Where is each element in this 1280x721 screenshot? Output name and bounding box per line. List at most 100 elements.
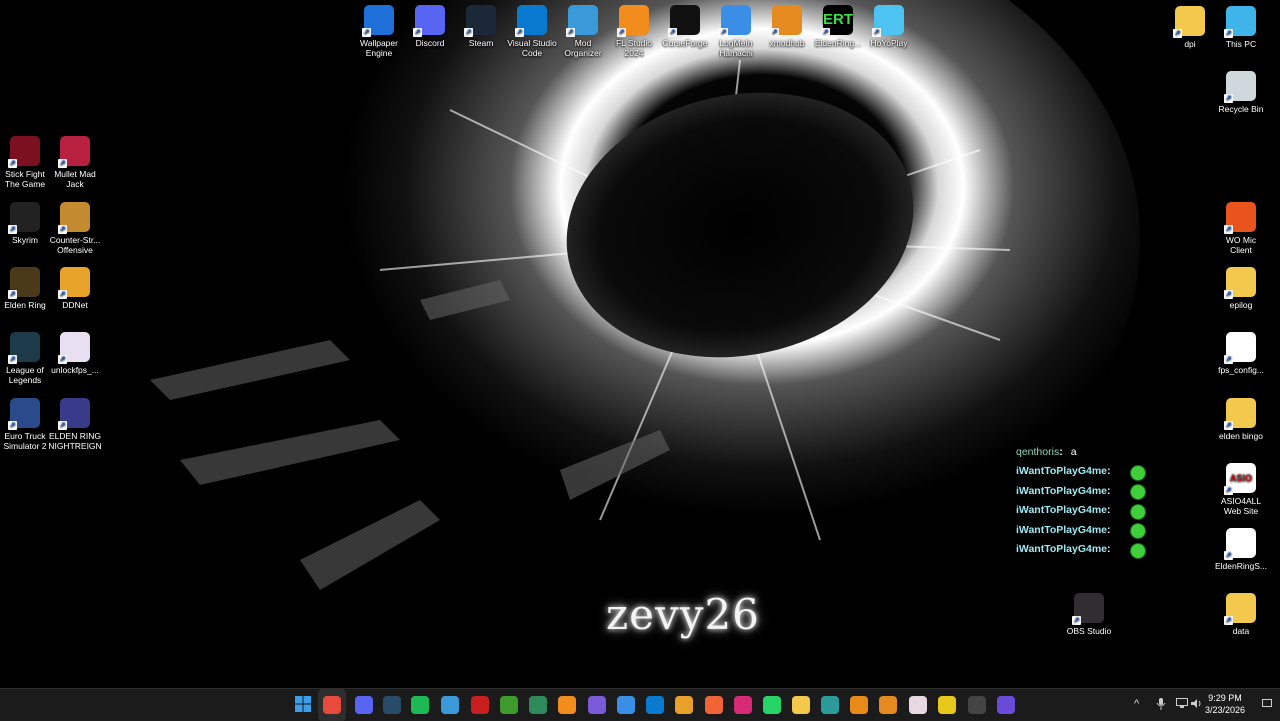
- chat-username: iWantToPlayG4me: [1016, 504, 1108, 517]
- skyrim-icon: ↗: [8, 202, 40, 234]
- taskbar-xmodhub[interactable]: [879, 696, 897, 714]
- stream-chat-overlay: qenthoris: a iWantToPlayG4me: iWantToPlayG4…: [1016, 442, 1146, 559]
- taskbar-mod-organizer[interactable]: [441, 696, 459, 714]
- taskbar-steam[interactable]: [383, 696, 401, 714]
- desktop-icon-ert[interactable]: ERT ↗ EldenRing...: [811, 5, 865, 48]
- taskbar-spotify[interactable]: [411, 696, 429, 714]
- curseforge-icon: ↗: [668, 5, 700, 37]
- shortcut-arrow-icon: ↗: [872, 28, 881, 37]
- taskbar-instagram[interactable]: [734, 696, 752, 714]
- start-button[interactable]: [294, 695, 312, 714]
- folder-icon: ↗: [1224, 398, 1256, 430]
- desktop-icon-json-file[interactable]: ↗ fps_config...: [1214, 332, 1268, 375]
- wallpaper: [0, 0, 1280, 688]
- taskbar-discord[interactable]: [355, 696, 373, 714]
- desktop-icon-stick-fight[interactable]: ↗ Stick Fight The Game: [0, 136, 52, 189]
- desktop-icon-monitor[interactable]: ↗ This PC: [1214, 6, 1268, 49]
- desktop-icon-counter-strike[interactable]: ↗ Counter-Str... Offensive: [48, 202, 102, 255]
- desktop-icon-hoyoplay[interactable]: ↗ HoYoPlay: [862, 5, 916, 48]
- desktop-icon-microphone[interactable]: ↗ WO Mic Client: [1214, 202, 1268, 255]
- desktop-icon-discord[interactable]: ↗ Discord: [403, 5, 457, 48]
- desktop-icon-steam[interactable]: ↗ Steam: [454, 5, 508, 48]
- desktop-icon-label: This PC: [1225, 39, 1257, 49]
- taskbar-app-green[interactable]: [529, 696, 547, 714]
- taskbar-hamachi[interactable]: [617, 696, 635, 714]
- microphone-tray-icon[interactable]: [1156, 698, 1166, 713]
- desktop-icon-nightreign[interactable]: ↗ ELDEN RING NIGHTREIGN: [48, 398, 102, 451]
- desktop-icon-label: ASIO4ALL Web Site: [1220, 496, 1262, 516]
- desktop-icon-hamachi[interactable]: ↗ LogMeIn Hamachi: [709, 5, 763, 58]
- desktop-icon-fl-studio[interactable]: ↗ FL Studio 2024: [607, 5, 661, 58]
- desktop-icon-mullet-mad-jack[interactable]: ↗ Mullet Mad Jack: [48, 136, 102, 189]
- taskbar-app-teal[interactable]: [821, 696, 839, 714]
- desktop-icon-wallpaper-engine[interactable]: ↗ Wallpaper Engine: [352, 5, 406, 58]
- desktop-icon-league-of-legends[interactable]: ↗ League of Legends: [0, 332, 52, 385]
- desktop-icon-vscode[interactable]: ↗ Visual Studio Code: [505, 5, 559, 58]
- shortcut-arrow-icon: ↗: [1224, 225, 1233, 234]
- xmodhub-icon: ↗: [770, 5, 802, 37]
- shortcut-arrow-icon: ↗: [8, 290, 17, 299]
- taskbar-clock[interactable]: 9:29 PM 3/23/2026: [1200, 692, 1250, 716]
- taskbar: ^ 9:29 PM 3/23/2026: [0, 688, 1280, 721]
- desktop-icon-label: data: [1232, 626, 1250, 636]
- desktop-icon-mod-organizer[interactable]: ↗ Mod Organizer: [556, 5, 610, 58]
- desktop-icon-curseforge[interactable]: ↗ CurseForge: [658, 5, 712, 48]
- taskbar-app-anime[interactable]: [909, 696, 927, 714]
- emote-icon: [1130, 542, 1146, 559]
- desktop-icon-folder[interactable]: ↗ epilog: [1214, 267, 1268, 310]
- desktop-icon-label: HoYoPlay: [870, 38, 908, 48]
- shortcut-arrow-icon: ↗: [821, 28, 830, 37]
- vscode-icon: ↗: [515, 5, 547, 37]
- taskbar-vscode[interactable]: [646, 696, 664, 714]
- desktop-icon-xmodhub[interactable]: ↗ xmodhub: [760, 5, 814, 48]
- desktop-icon-recycle-bin[interactable]: ↗ Recycle Bin: [1214, 71, 1268, 114]
- desktop-icon-folder[interactable]: ↗ data: [1214, 593, 1268, 636]
- desktop-icon-label: Recycle Bin: [1218, 104, 1264, 114]
- desktop-icon-label: Steam: [468, 38, 494, 48]
- shortcut-arrow-icon: ↗: [770, 28, 779, 37]
- taskbar-app-violet[interactable]: [997, 696, 1015, 714]
- desktop-icon-elden-ring[interactable]: ↗ Elden Ring: [0, 267, 52, 310]
- show-hidden-icons-button[interactable]: ^: [1134, 698, 1139, 710]
- desktop-icon-ddnet[interactable]: ↗ DDNet: [48, 267, 102, 310]
- desktop-icon-asio[interactable]: ASIO ↗ ASIO4ALL Web Site: [1214, 463, 1268, 516]
- desktop-icon-folder[interactable]: ↗ dpi: [1163, 6, 1217, 49]
- shortcut-arrow-icon: ↗: [413, 28, 422, 37]
- network-tray-icon[interactable]: [1176, 698, 1188, 712]
- league-of-legends-icon: ↗: [8, 332, 40, 364]
- taskbar-file-explorer[interactable]: [792, 696, 810, 714]
- chat-username: iWantToPlayG4me: [1016, 465, 1108, 478]
- taskbar-chrome[interactable]: [323, 696, 341, 714]
- euro-truck-icon: ↗: [8, 398, 40, 430]
- taskbar-app-purple[interactable]: [588, 696, 606, 714]
- hamachi-icon: ↗: [719, 5, 751, 37]
- desktop-icon-app-window[interactable]: ↗ EldenRingS...: [1214, 528, 1268, 571]
- taskbar-fl-studio[interactable]: [558, 696, 576, 714]
- taskbar-app-orange[interactable]: [675, 696, 693, 714]
- notifications-icon[interactable]: [1262, 699, 1272, 712]
- desktop-icon-skyrim[interactable]: ↗ Skyrim: [0, 202, 52, 245]
- icon-text: ASIO: [1229, 473, 1252, 483]
- taskbar-app-yellow[interactable]: [938, 696, 956, 714]
- desktop-icon-obs[interactable]: ↗ OBS Studio: [1062, 593, 1116, 636]
- taskbar-app-amber[interactable]: [850, 696, 868, 714]
- taskbar-curseforge[interactable]: [705, 696, 723, 714]
- obs-icon: ↗: [1072, 593, 1104, 625]
- shortcut-arrow-icon: ↗: [1173, 29, 1182, 38]
- desktop-icon-unlockfps[interactable]: ↗ unlockfps_...: [48, 332, 102, 375]
- desktop-icon-euro-truck[interactable]: ↗ Euro Truck Simulator 2: [0, 398, 52, 451]
- emote-icon: [1130, 503, 1146, 520]
- shortcut-arrow-icon: ↗: [515, 28, 524, 37]
- chat-username: qenthoris: [1016, 445, 1060, 458]
- steam-icon: ↗: [464, 5, 496, 37]
- taskbar-obs[interactable]: [968, 696, 986, 714]
- shortcut-arrow-icon: ↗: [1224, 616, 1233, 625]
- desktop-icon-folder[interactable]: ↗ elden bingo: [1214, 398, 1268, 441]
- chat-username: iWantToPlayG4me: [1016, 543, 1108, 556]
- shortcut-arrow-icon: ↗: [58, 290, 67, 299]
- stick-fight-icon: ↗: [8, 136, 40, 168]
- taskbar-whatsapp[interactable]: [763, 696, 781, 714]
- streamer-name-overlay: zevy26: [606, 590, 760, 639]
- taskbar-app-red[interactable]: [471, 696, 489, 714]
- taskbar-minecraft[interactable]: [500, 696, 518, 714]
